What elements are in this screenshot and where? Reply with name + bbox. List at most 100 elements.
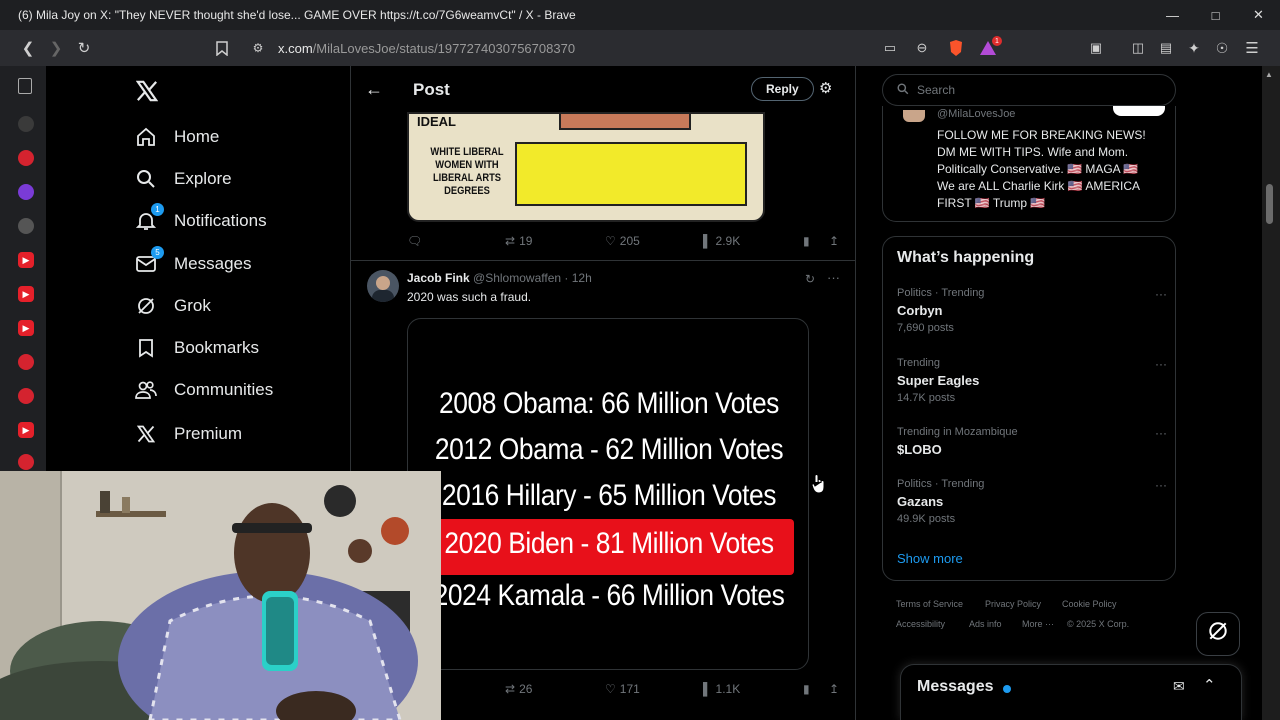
sidebar-toggle-icon[interactable]: ◫ (1128, 38, 1148, 58)
screenshot-icon[interactable]: ▣ (1086, 38, 1106, 58)
close-icon[interactable]: ✕ (1237, 0, 1280, 30)
repost-action[interactable]: ⇄ 19 (505, 234, 532, 248)
search-input[interactable]: Search (882, 74, 1176, 106)
wallet-icon[interactable]: ▤ (1156, 38, 1176, 58)
youtube-icon[interactable]: ▶ (18, 286, 34, 302)
sidebar-app-icon[interactable] (18, 184, 34, 200)
footer-link[interactable]: Terms of Service (896, 599, 963, 609)
vpn-icon[interactable]: ☉ (1212, 38, 1232, 58)
more-options-icon[interactable]: ··· (1155, 478, 1167, 492)
views-action[interactable]: ▌ 1.1K (703, 682, 740, 696)
sidebar-app-icon[interactable] (18, 388, 34, 404)
trend-item[interactable]: Trending Super Eagles 14.7K posts ··· (897, 357, 1167, 404)
reply-icon[interactable]: 🗨 (407, 234, 422, 248)
trend-item[interactable]: Politics · Trending Gazans 49.9K posts ·… (897, 478, 1167, 525)
forward-icon[interactable]: ❯ (46, 38, 66, 58)
tweet-time[interactable]: 12h (572, 271, 592, 285)
x-logo-icon[interactable] (135, 80, 160, 104)
more-options-icon[interactable]: ··· (1155, 426, 1167, 440)
grok-button[interactable] (1196, 612, 1240, 656)
people-icon (134, 378, 158, 402)
trend-meta: Trending in Mozambique (897, 426, 1018, 438)
follow-button[interactable] (1113, 106, 1165, 116)
like-action[interactable]: ♡ 205 (605, 234, 640, 248)
comic-bar-yellow (515, 142, 747, 206)
footer-link[interactable]: Ads info (969, 619, 1002, 629)
youtube-icon[interactable]: ▶ (18, 422, 34, 438)
expand-icon[interactable]: ⌃ (1203, 676, 1216, 694)
bookmark-icon[interactable]: ▮ (803, 234, 810, 248)
tweet-image[interactable]: 2008 Obama: 66 Million Votes 2012 Obama … (407, 318, 809, 670)
site-settings-icon[interactable]: ⚙ (248, 38, 268, 58)
avatar[interactable] (903, 110, 925, 122)
nav-bookmarks[interactable]: Bookmarks (134, 330, 259, 366)
bio-line: Politically Conservative. 🇺🇸 MAGA 🇺🇸 (937, 162, 1139, 176)
footer-link[interactable]: More ··· (1022, 619, 1054, 629)
more-options-icon[interactable]: ··· (827, 270, 840, 285)
heart-icon: ♡ (605, 682, 616, 696)
brave-shields-icon[interactable] (946, 38, 966, 58)
more-options-icon[interactable]: ··· (1155, 287, 1167, 301)
sidebar-panel-icon[interactable] (18, 78, 32, 94)
filter-icon[interactable]: ⚙ (819, 79, 832, 97)
trend-item[interactable]: Politics · Trending Corbyn 7,690 posts ·… (897, 287, 1167, 334)
nav-grok[interactable]: Grok (134, 288, 211, 324)
brave-rewards-icon[interactable]: 1 (978, 36, 1002, 58)
avatar[interactable] (367, 270, 399, 302)
nav-explore[interactable]: Explore (134, 161, 232, 197)
show-more-link[interactable]: Show more (897, 551, 963, 566)
reply-button[interactable]: Reply (751, 77, 814, 101)
share-icon[interactable]: ↥ (829, 682, 839, 696)
sidebar-app-icon[interactable] (18, 354, 34, 370)
views-action[interactable]: ▌ 2.9K (703, 234, 740, 248)
scrollbar-thumb[interactable] (1266, 184, 1273, 224)
menu-icon[interactable]: ☰ (1242, 38, 1262, 58)
share-icon[interactable]: ↥ (829, 234, 839, 248)
reload-icon[interactable]: ↻ (74, 38, 94, 58)
zoom-out-icon[interactable]: ⊖ (912, 38, 932, 58)
post-image[interactable]: IDEAL WHITE LIBERAL WOMEN WITH LIBERAL A… (407, 112, 765, 222)
like-count: 205 (619, 234, 640, 248)
search-placeholder: Search (917, 83, 956, 97)
back-icon[interactable]: ❮ (18, 38, 38, 58)
sidebar-app-icon[interactable] (18, 150, 34, 166)
footer-link[interactable]: Cookie Policy (1062, 599, 1117, 609)
footer-link[interactable]: Privacy Policy (985, 599, 1041, 609)
repost-icon: ⇄ (505, 682, 516, 696)
youtube-icon[interactable]: ▶ (18, 320, 34, 336)
author-name[interactable]: Jacob Fink (407, 271, 470, 285)
sidebar-app-icon[interactable] (18, 218, 34, 234)
bio-text: FOLLOW ME FOR BREAKING NEWS! DM ME WITH … (937, 127, 1173, 212)
repost-action[interactable]: ⇄ 26 (505, 682, 532, 696)
nav-premium[interactable]: Premium (134, 416, 242, 452)
nav-communities[interactable]: Communities (134, 372, 273, 408)
footer-link[interactable]: Accessibility (896, 619, 945, 629)
maximize-icon[interactable]: □ (1194, 0, 1237, 30)
bio-line: We are ALL Charlie Kirk 🇺🇸 AMERICA (937, 179, 1141, 193)
more-options-icon[interactable]: ··· (1155, 357, 1167, 371)
like-action[interactable]: ♡ 171 (605, 682, 640, 696)
grok-explain-icon[interactable]: ↻ (805, 272, 815, 286)
address-bar[interactable]: x.com/MilaLovesJoe/status/19772740307567… (278, 37, 908, 59)
nav-messages[interactable]: 5 Messages (134, 246, 251, 282)
sidebar-app-icon[interactable] (18, 454, 34, 470)
minimize-icon[interactable]: — (1151, 0, 1194, 30)
page-scrollbar[interactable]: ▲ (1262, 66, 1280, 720)
vote-line-highlight: 2020 Biden - 81 Million Votes (444, 527, 774, 560)
bookmark-icon[interactable]: ▮ (803, 682, 810, 696)
nav-notifications[interactable]: 1 Notifications (134, 203, 267, 239)
youtube-icon[interactable]: ▶ (18, 252, 34, 268)
leo-ai-icon[interactable]: ✦ (1184, 38, 1204, 58)
nav-home[interactable]: Home (134, 119, 219, 155)
trend-item[interactable]: Trending in Mozambique $LOBO ··· (897, 426, 1167, 457)
trend-name: Super Eagles (897, 373, 980, 388)
messages-drawer[interactable]: Messages ✉ ⌃ (900, 664, 1242, 720)
author-handle[interactable]: @Shlomowaffen (473, 271, 561, 285)
back-arrow-icon[interactable]: ← (365, 79, 383, 100)
sidebar-app-icon[interactable] (18, 116, 34, 132)
new-message-icon[interactable]: ✉ (1173, 678, 1185, 695)
bookmark-page-icon[interactable] (212, 38, 232, 58)
trend-name: $LOBO (897, 442, 942, 457)
trend-count: 49.9K posts (897, 513, 956, 525)
cast-icon[interactable]: ▭ (880, 38, 900, 58)
